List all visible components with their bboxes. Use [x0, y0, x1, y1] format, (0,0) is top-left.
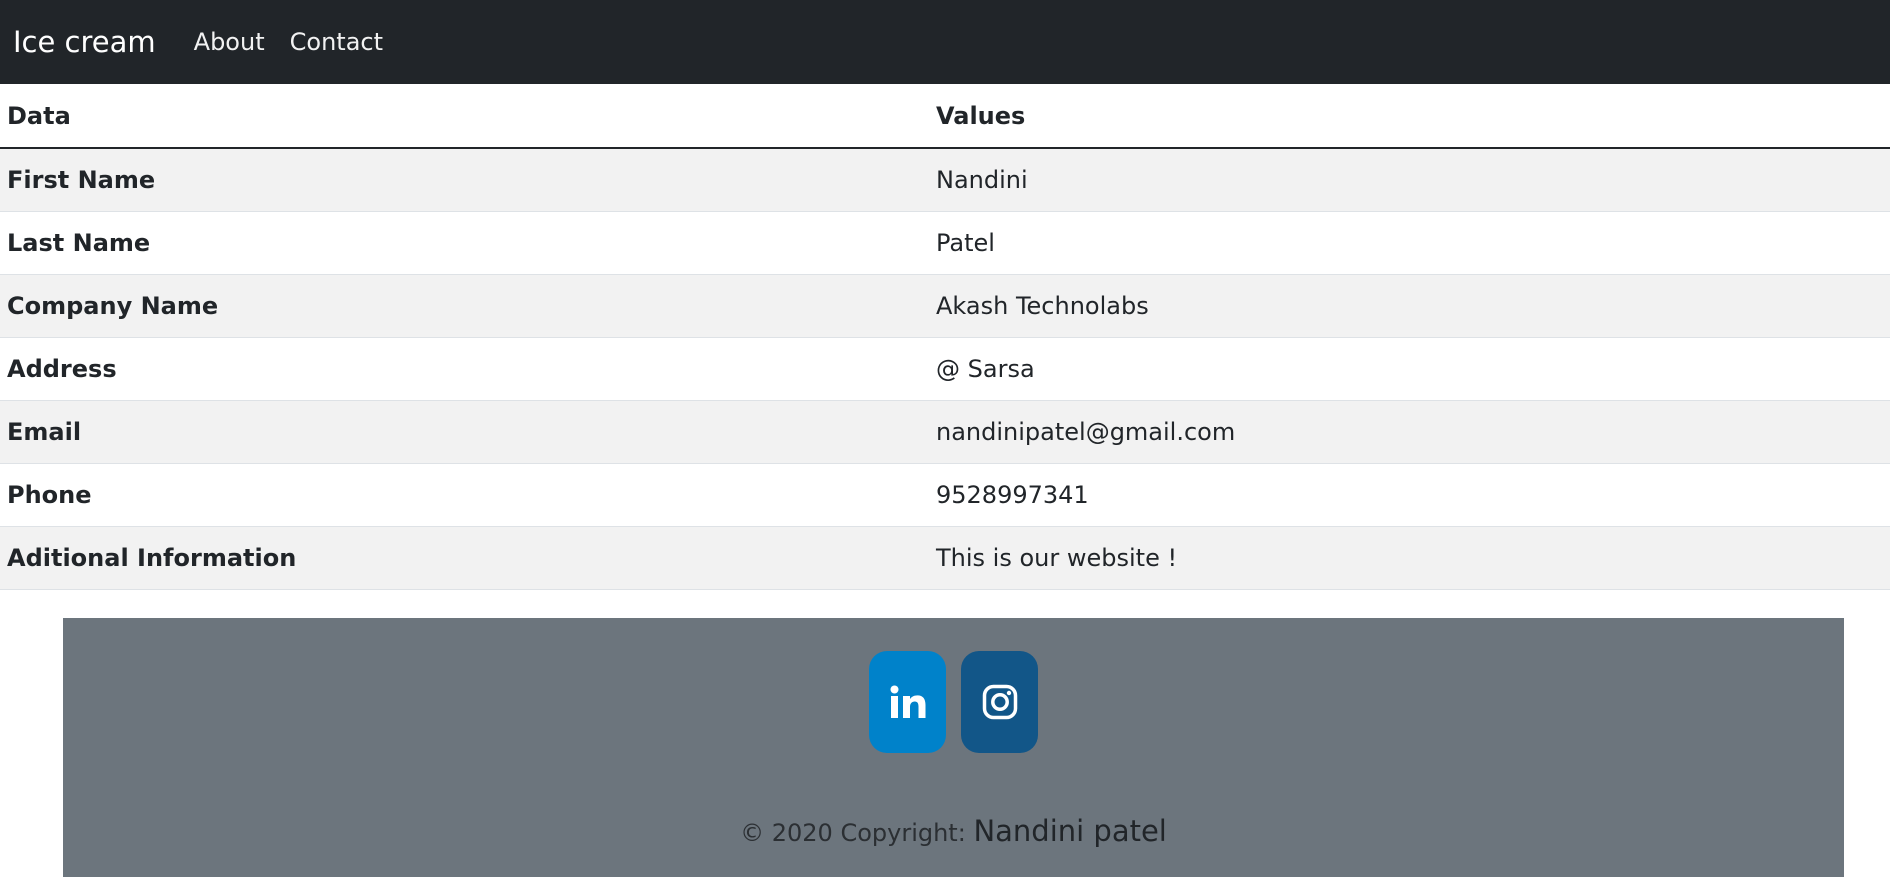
row-value: 9528997341 [929, 463, 1890, 527]
copyright-owner-link[interactable]: Nandini patel [973, 814, 1166, 848]
table-row: Last Name Patel [0, 211, 1890, 275]
nav-link-about[interactable]: About [194, 28, 265, 56]
nav-link-contact[interactable]: Contact [290, 28, 383, 56]
table-header-row: Data Values [0, 84, 1890, 149]
table-row: First Name Nandini [0, 148, 1890, 212]
column-header-data: Data [0, 84, 929, 149]
table-row: Company Name Akash Technolabs [0, 274, 1890, 338]
row-value: Nandini [929, 148, 1890, 212]
table-row: Aditional Information This is our websit… [0, 526, 1890, 590]
row-value: Akash Technolabs [929, 274, 1890, 338]
linkedin-icon [890, 685, 925, 718]
column-header-values: Values [929, 84, 1890, 149]
row-label: Phone [0, 463, 929, 527]
row-label: Aditional Information [0, 526, 929, 590]
copyright: © 2020 Copyright: Nandini patel [63, 814, 1844, 848]
brand-link[interactable]: Ice cream [13, 25, 156, 59]
row-label: Email [0, 400, 929, 464]
table-row: Phone 9528997341 [0, 463, 1890, 527]
row-value: @ Sarsa [929, 337, 1890, 401]
row-value: This is our website ! [929, 526, 1890, 590]
row-value: nandinipatel@gmail.com [929, 400, 1890, 464]
details-table: Data Values First Name Nandini Last Name… [0, 84, 1890, 590]
instagram-button[interactable] [961, 651, 1038, 753]
copyright-text: © 2020 Copyright: [740, 819, 966, 847]
row-label: Company Name [0, 274, 929, 338]
footer: © 2020 Copyright: Nandini patel [63, 618, 1844, 877]
row-label: Last Name [0, 211, 929, 275]
row-label: Address [0, 337, 929, 401]
row-label: First Name [0, 148, 929, 212]
navbar: Ice cream About Contact [0, 0, 1890, 84]
social-links [63, 651, 1844, 753]
table-row: Address @ Sarsa [0, 337, 1890, 401]
table-row: Email nandinipatel@gmail.com [0, 400, 1890, 464]
linkedin-button[interactable] [869, 651, 946, 753]
instagram-icon [982, 684, 1017, 720]
row-value: Patel [929, 211, 1890, 275]
